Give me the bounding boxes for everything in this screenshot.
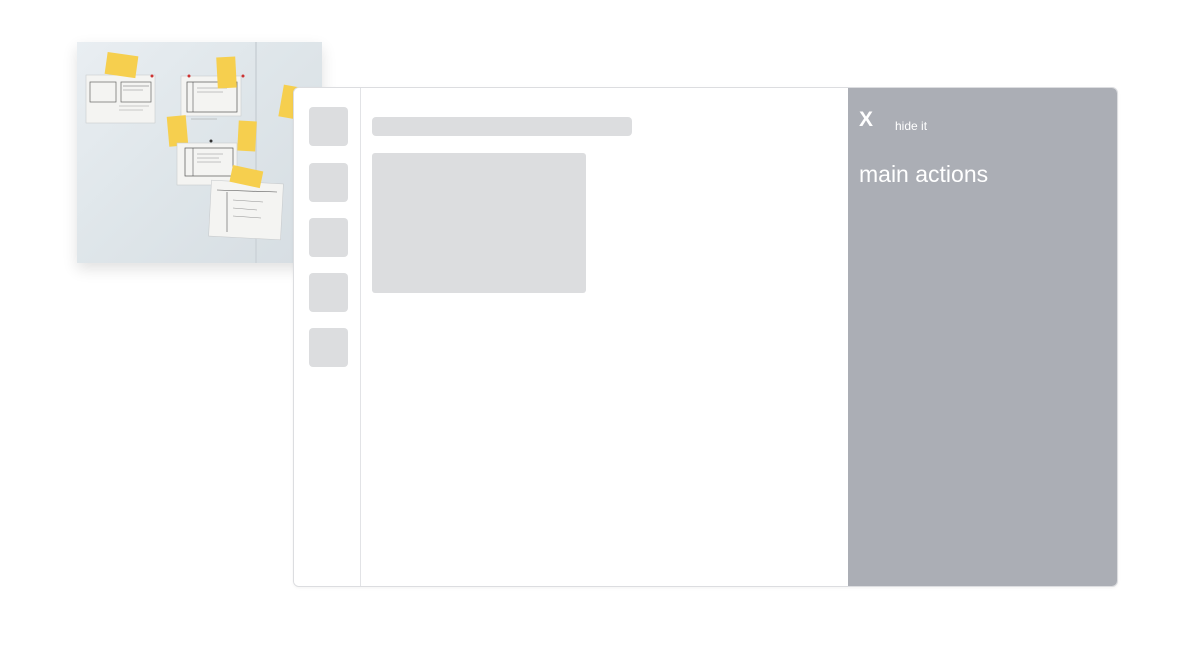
paper-prototype-illustration <box>85 42 302 263</box>
content-card-placeholder <box>372 153 586 293</box>
rail-button-1[interactable] <box>309 107 348 146</box>
hide-it-link[interactable]: hide it <box>895 119 927 133</box>
panel-title: main actions <box>859 161 989 187</box>
title-placeholder <box>372 117 632 136</box>
icon-rail <box>294 88 361 586</box>
rail-button-2[interactable] <box>309 163 348 202</box>
rail-button-3[interactable] <box>309 218 348 257</box>
rail-button-5[interactable] <box>309 328 348 367</box>
main-content <box>361 88 848 586</box>
app-window: X hide it main actions <box>293 87 1118 587</box>
close-button[interactable]: X <box>859 108 873 132</box>
actions-panel: X hide it main actions <box>848 88 1117 586</box>
paper-prototype-photo <box>77 42 322 263</box>
rail-button-4[interactable] <box>309 273 348 312</box>
